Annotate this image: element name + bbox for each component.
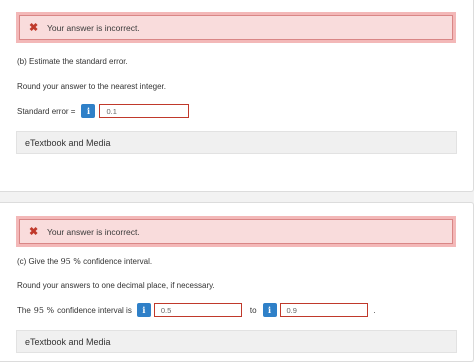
rounding-instruction: Round your answers to one decimal place,…	[17, 281, 215, 290]
ci-label-suffix: confidence interval is	[57, 305, 132, 315]
upper-bound-input[interactable]: 0.9	[279, 303, 368, 317]
etextbook-media-link[interactable]: eTextbook and Media	[16, 330, 457, 353]
field-label: Standard error =	[17, 106, 76, 116]
standard-error-row: Standard error = i 0.1	[17, 104, 190, 118]
alert-message: Your answer is incorrect.	[47, 226, 140, 237]
standard-error-input[interactable]: 0.1	[99, 104, 190, 118]
etextbook-media-link[interactable]: eTextbook and Media	[16, 131, 457, 154]
info-icon[interactable]: i	[136, 303, 151, 317]
info-icon[interactable]: i	[262, 303, 277, 317]
incorrect-answer-alert: ✖ Your answer is incorrect.	[16, 216, 456, 247]
alert-message: Your answer is incorrect.	[47, 22, 140, 33]
close-x-icon: ✖	[29, 22, 39, 34]
lower-bound-input[interactable]: 0.5	[153, 303, 242, 317]
info-icon[interactable]: i	[81, 104, 96, 118]
question-text: (c) Give the 95 % confidence interval.	[17, 257, 153, 266]
to-label: to	[249, 305, 257, 315]
question-text: (b) Estimate the standard error.	[17, 57, 128, 66]
question-card-part-b: ✖ Your answer is incorrect. (b) Estimate…	[0, 0, 474, 192]
ci-label-prefix: The	[17, 305, 31, 315]
question-card-part-c: ✖ Your answer is incorrect. (c) Give the…	[0, 202, 474, 362]
confidence-interval-row: The 95 % confidence interval is i 0.5 to…	[17, 303, 376, 317]
incorrect-answer-alert: ✖ Your answer is incorrect.	[16, 12, 456, 43]
close-x-icon: ✖	[29, 226, 39, 238]
rounding-instruction: Round your answer to the nearest integer…	[17, 82, 166, 91]
ci-label-percent: 95 %	[33, 305, 55, 315]
period: .	[373, 305, 376, 315]
